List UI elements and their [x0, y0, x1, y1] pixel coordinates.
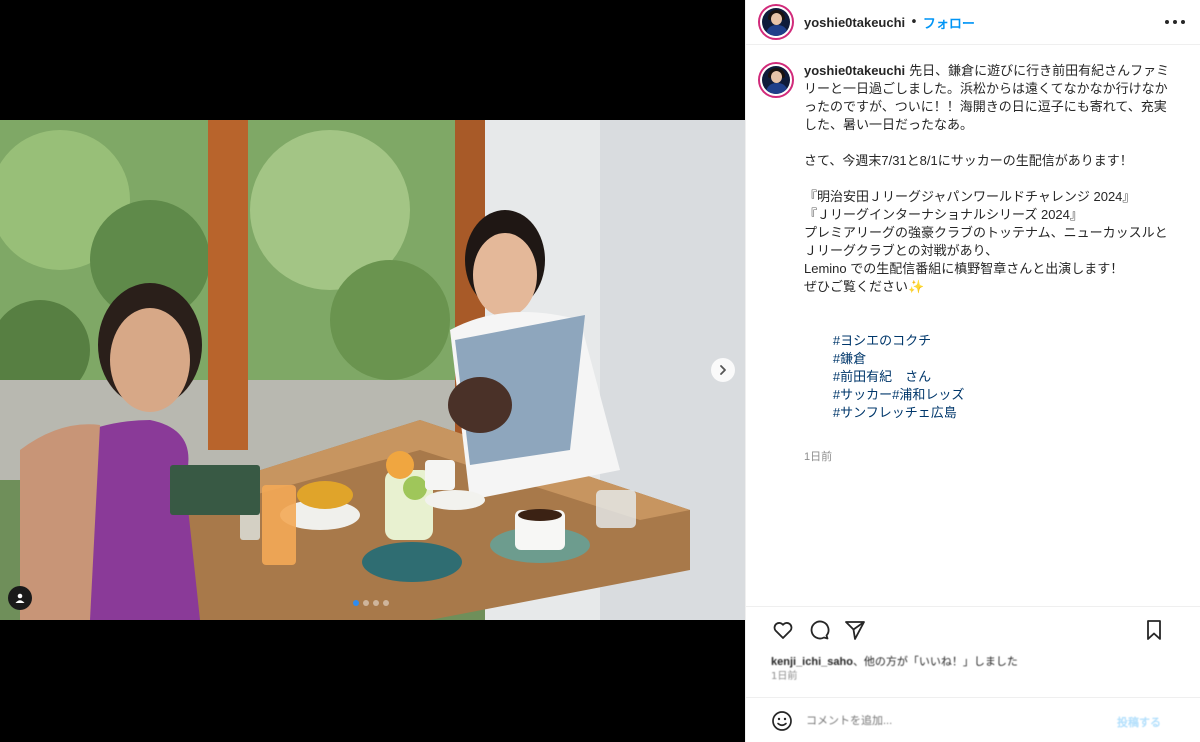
- post-comment-button[interactable]: 投稿する: [1117, 714, 1161, 730]
- carousel-dot: [383, 600, 389, 606]
- post-caption: yoshie0takeuchi 先日、鎌倉に遊びに行き前田有紀さんファミリーと一日…: [758, 62, 1188, 466]
- post-date: 1日前: [771, 671, 798, 682]
- post-header: yoshie0takeuchi • フォロー: [746, 0, 1200, 45]
- post-details-pane: yoshie0takeuchi • フォロー yoshie0takeuchi 先日…: [745, 0, 1200, 742]
- likes-suffix: 、他の方が「いいね！」しました: [852, 656, 1018, 668]
- photo-illustration: [0, 120, 745, 620]
- bookmark-icon[interactable]: [1142, 618, 1166, 642]
- comment-composer: 投稿する: [746, 697, 1200, 742]
- follow-button[interactable]: フォロー: [923, 13, 975, 32]
- emoji-icon[interactable]: [770, 709, 794, 733]
- post-timestamp[interactable]: 1日前: [804, 448, 1176, 466]
- tagged-users-button[interactable]: [8, 586, 32, 610]
- hashtag-link[interactable]: #鎌倉: [833, 351, 866, 366]
- avatar-image: [762, 66, 790, 94]
- caption-username[interactable]: yoshie0takeuchi: [804, 63, 905, 78]
- comment-input[interactable]: [806, 714, 1106, 727]
- avatar[interactable]: [758, 4, 794, 40]
- hashtag-link[interactable]: #サンフレッチェ広島: [833, 405, 957, 420]
- avatar-body: [766, 25, 788, 36]
- more-dot: [1173, 20, 1177, 24]
- hashtag-link[interactable]: #サッカー: [833, 387, 892, 402]
- hashtag-list: #ヨシエのコクチ #鎌倉 #前田有紀 さん #サッカー#浦和レッズ #サンフレッ…: [804, 314, 1176, 440]
- carousel-dot: [353, 600, 359, 606]
- caption-paragraph-3: 『明治安田Ｊリーグジャパンワールドチャレンジ 2024』 『Ｊリーグインターナシ…: [804, 189, 1168, 294]
- media-pane: [0, 0, 745, 742]
- caption-paragraph-2: さて、今週末7/31と8/1にサッカーの生配信があります！: [804, 153, 1133, 168]
- heart-icon[interactable]: [771, 618, 795, 642]
- carousel-indicator: [353, 600, 389, 606]
- more-dot: [1181, 20, 1185, 24]
- avatar-image: [762, 8, 790, 36]
- comment-icon[interactable]: [807, 618, 831, 642]
- carousel-next-button[interactable]: [711, 358, 735, 382]
- post-photo[interactable]: [0, 120, 745, 620]
- avatar-body: [766, 83, 788, 94]
- action-bar: [771, 618, 867, 642]
- more-options-button[interactable]: [1165, 14, 1185, 30]
- hashtag-link[interactable]: #浦和レッズ: [892, 387, 964, 402]
- avatar-face: [771, 13, 782, 25]
- more-horizontal-icon: [1165, 20, 1169, 24]
- user-tag-icon: [15, 593, 25, 603]
- share-icon[interactable]: [843, 618, 867, 642]
- separator-dot: •: [910, 14, 918, 30]
- likes-summary[interactable]: kenji_ichi_saho、他の方が「いいね！」しました: [771, 653, 1018, 669]
- avatar-face: [771, 71, 782, 83]
- caption-avatar[interactable]: [758, 62, 794, 98]
- post-actions-area: kenji_ichi_saho、他の方が「いいね！」しました 1日前 投稿する: [746, 606, 1200, 742]
- carousel-dot: [363, 600, 369, 606]
- chevron-right-icon: [720, 365, 726, 375]
- hashtag-link[interactable]: #ヨシエのコクチ: [833, 333, 931, 348]
- caption-text: yoshie0takeuchi 先日、鎌倉に遊びに行き前田有紀さんファミリーと一日…: [804, 62, 1176, 466]
- author-username[interactable]: yoshie0takeuchi: [804, 15, 905, 30]
- carousel-dot: [373, 600, 379, 606]
- hashtag-link[interactable]: #前田有紀 さん: [833, 369, 931, 384]
